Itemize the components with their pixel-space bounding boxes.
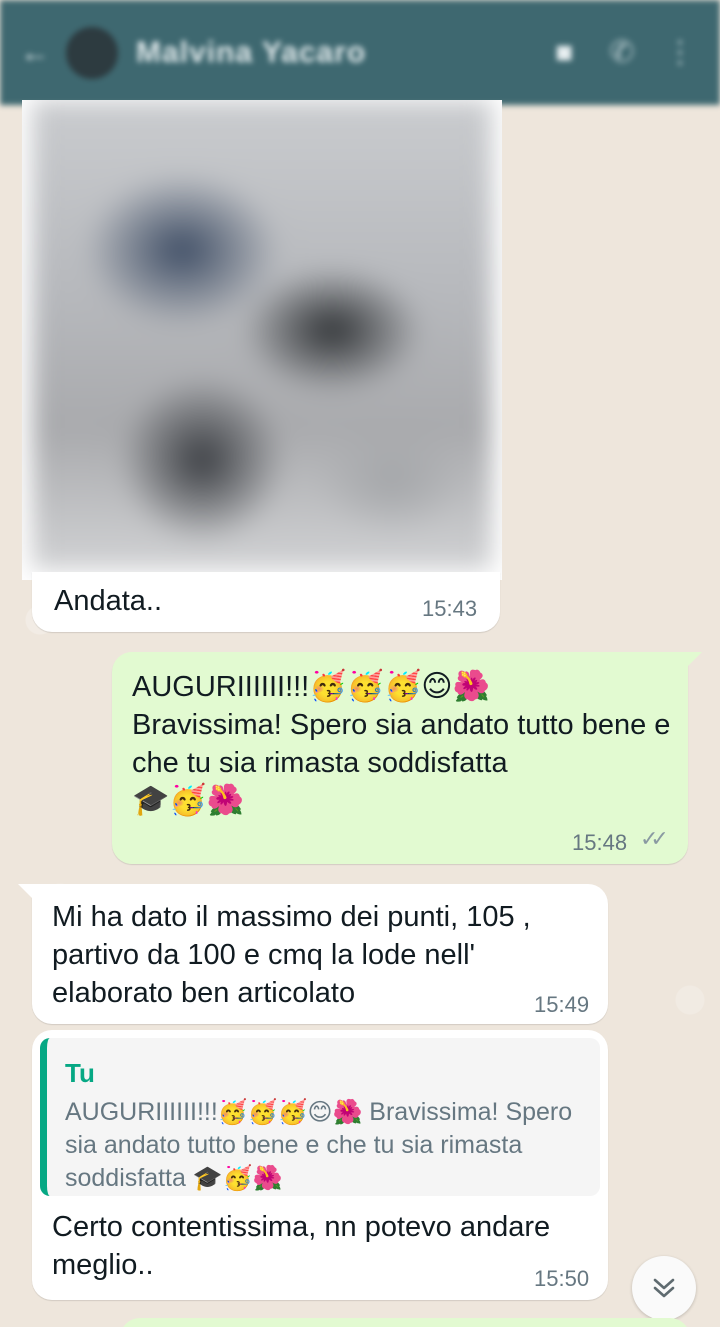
quoted-text-start: AUGURIIIIII!!! [65, 1098, 218, 1126]
quoted-emoji: 🎓🥳🌺 [192, 1164, 283, 1192]
party-face-emoji: 🥳🥳🥳😊🌺 [309, 669, 490, 704]
scroll-to-bottom-button[interactable] [632, 1256, 696, 1320]
message-time: 15:43 [422, 596, 478, 621]
quoted-message[interactable]: Tu AUGURIIIIII!!!🥳🥳🥳😊🌺 Bravissima! Spero… [40, 1038, 600, 1196]
message-time: 15:49 [534, 992, 590, 1017]
image-message[interactable] [22, 100, 502, 580]
incoming-reply-message[interactable]: Tu AUGURIIIIII!!!🥳🥳🥳😊🌺 Bravissima! Spero… [32, 1030, 608, 1300]
quoted-emoji: 🥳🥳🥳😊🌺 [217, 1098, 363, 1126]
quoted-author: Tu [65, 1058, 95, 1088]
image-caption-bubble[interactable]: Andata.. 15:43 [32, 572, 500, 632]
video-call-icon[interactable]: ■ [544, 33, 584, 73]
chat-screen: ← Malvina Yacaro ■ ✆ ⋮ Andata.. 15:43 AU… [0, 0, 720, 1327]
message-time: 15:48 [572, 830, 628, 855]
message-text-line1: AUGURIIIIII!!! [132, 671, 310, 703]
blurred-photo[interactable] [32, 100, 492, 570]
more-options-icon[interactable]: ⋮ [660, 33, 700, 73]
contact-avatar[interactable] [66, 26, 118, 79]
incoming-message[interactable]: Mi ha dato il massimo dei punti, 105 , p… [18, 884, 608, 1024]
message-time: 15:50 [534, 1266, 590, 1291]
message-text: AUGURIIIIII!!!🥳🥳🥳😊🌺 Bravissima! Spero si… [132, 668, 672, 820]
back-arrow-icon[interactable]: ← [20, 37, 50, 67]
outgoing-message[interactable]: AUGURIIIIII!!!🥳🥳🥳😊🌺 Bravissima! Spero si… [112, 652, 702, 864]
graduation-emoji: 🎓🥳🌺 [132, 783, 245, 818]
chat-header: ← Malvina Yacaro ■ ✆ ⋮ [0, 0, 720, 105]
message-text-body: Bravissima! Spero sia andato tutto bene … [132, 709, 671, 779]
quoted-text: AUGURIIIIII!!!🥳🥳🥳😊🌺 Bravissima! Spero si… [65, 1096, 585, 1195]
double-chevron-down-icon [653, 1278, 675, 1298]
message-text: Mi ha dato il massimo dei punti, 105 , p… [52, 901, 531, 1009]
phone-call-icon[interactable]: ✆ [602, 33, 642, 73]
message-text: Certo contentissima, nn potevo andare me… [52, 1211, 551, 1281]
message-text: Andata.. [54, 585, 163, 617]
contact-name[interactable]: Malvina Yacaro [136, 36, 526, 70]
next-outgoing-message[interactable] [120, 1318, 690, 1327]
read-receipt-icon: ✓✓ [640, 826, 669, 851]
